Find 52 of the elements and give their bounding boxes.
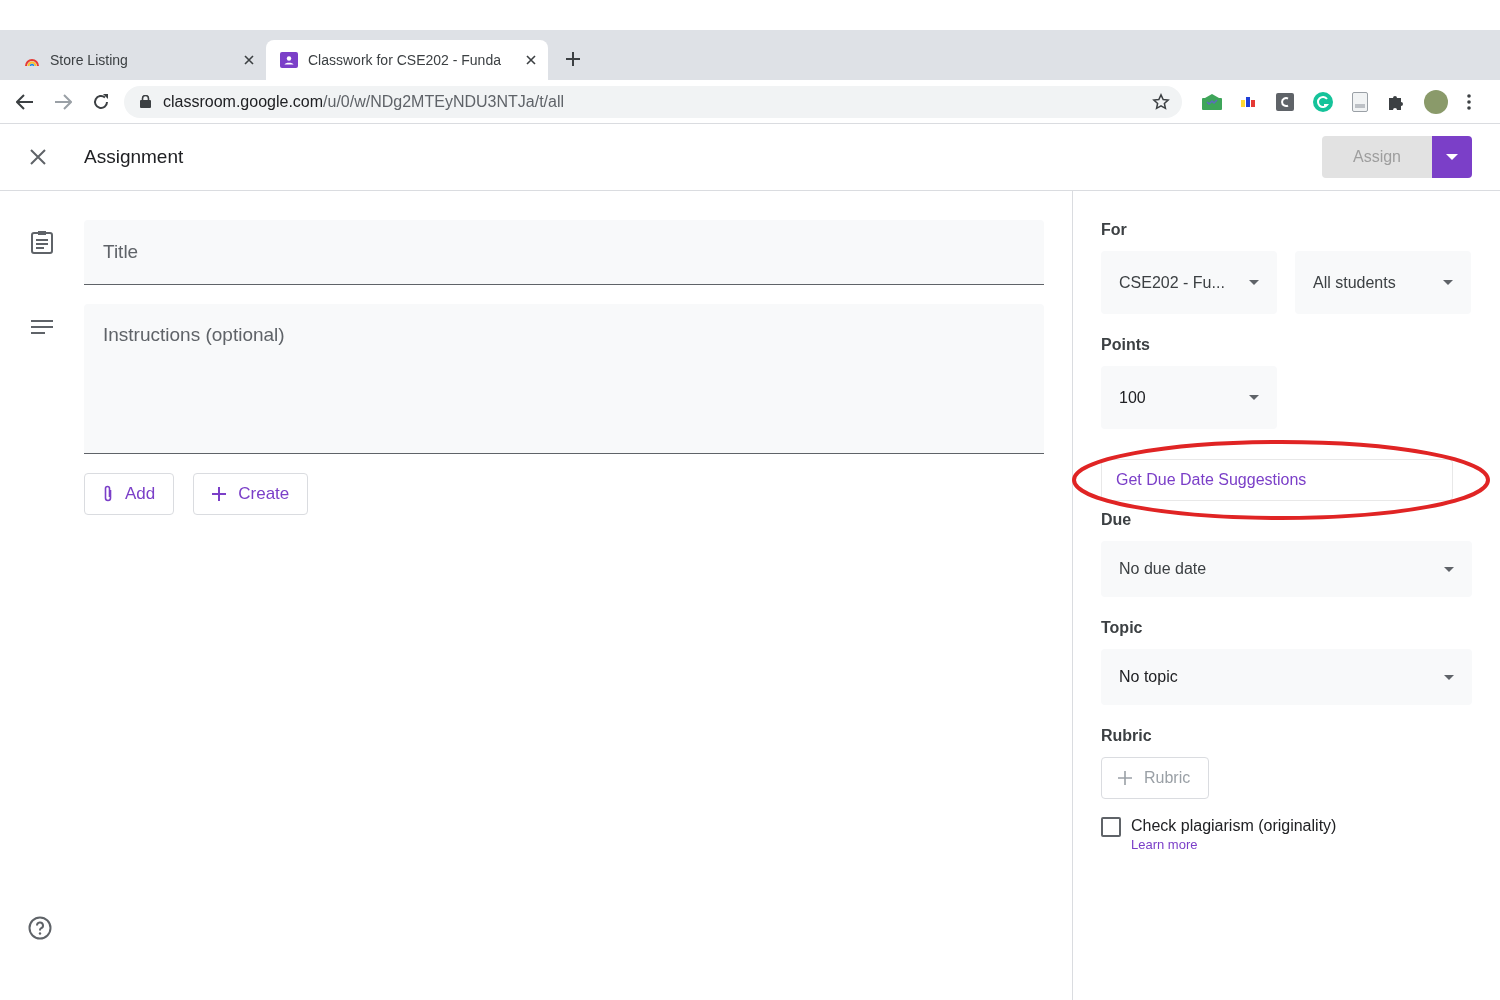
- address-bar[interactable]: classroom.google.com/u/0/w/NDg2MTEyNDU3NTJa/t/all: [124, 85, 1182, 118]
- paperclip-icon: [103, 485, 113, 503]
- reload-icon[interactable]: [92, 92, 110, 111]
- due-label: Due: [1101, 511, 1132, 529]
- due-date-suggestions-button[interactable]: Get Due Date Suggestions: [1101, 459, 1453, 501]
- close-icon[interactable]: [30, 149, 46, 165]
- caret-down-icon: [1443, 280, 1453, 285]
- checkbox[interactable]: [1101, 817, 1121, 837]
- points-label: Points: [1101, 336, 1150, 354]
- title-field[interactable]: Title: [84, 220, 1044, 285]
- clipboard-icon: [31, 230, 53, 254]
- caret-down-icon: [1249, 280, 1259, 285]
- plagiarism-label: Check plagiarism (originality): [1131, 817, 1337, 835]
- more-vertical-icon[interactable]: [1467, 93, 1471, 110]
- assign-dropdown-button[interactable]: [1432, 136, 1472, 178]
- learn-more-link[interactable]: Learn more: [1131, 837, 1198, 852]
- color-bars-icon[interactable]: [1241, 95, 1257, 108]
- caret-down-icon: [1446, 154, 1458, 160]
- help-icon[interactable]: [28, 916, 52, 940]
- caret-down-icon: [1444, 674, 1454, 680]
- letter-c-icon[interactable]: [1276, 92, 1294, 111]
- topic-label: Topic: [1101, 619, 1143, 637]
- lock-icon: [140, 95, 151, 108]
- caret-down-icon: [1249, 395, 1259, 400]
- caret-down-icon: [1444, 566, 1454, 572]
- avatar[interactable]: [1424, 89, 1448, 114]
- for-label: For: [1101, 221, 1127, 239]
- rubric-label: Rubric: [1101, 727, 1152, 745]
- points-dropdown[interactable]: 100: [1101, 366, 1277, 429]
- instructions-field[interactable]: Instructions (optional): [84, 304, 1044, 454]
- class-dropdown[interactable]: CSE202 - Fu...: [1101, 251, 1277, 314]
- browser-tab[interactable]: Store Listing: [10, 40, 266, 80]
- text-lines-icon: [31, 319, 53, 335]
- close-icon[interactable]: [244, 55, 254, 65]
- attach-button[interactable]: Create: [193, 473, 309, 515]
- assignment-title: Assignment: [84, 146, 185, 168]
- attach-button[interactable]: Add: [84, 473, 175, 515]
- new-tab-icon[interactable]: [566, 52, 580, 66]
- plus-icon: [1118, 771, 1132, 785]
- due-dropdown[interactable]: No due date: [1101, 541, 1472, 597]
- close-icon[interactable]: [526, 55, 536, 65]
- classroom-icon: [280, 52, 298, 68]
- document-icon[interactable]: [1352, 91, 1368, 112]
- star-icon[interactable]: [1152, 92, 1170, 111]
- forward-arrow-icon[interactable]: [54, 93, 72, 110]
- browser-tab[interactable]: Classwork for CSE202 - Funda: [266, 40, 548, 80]
- envelope-icon[interactable]: [1202, 93, 1222, 110]
- plus-icon: [212, 487, 227, 501]
- back-arrow-icon[interactable]: [16, 93, 34, 110]
- students-dropdown[interactable]: All students: [1295, 251, 1471, 314]
- topic-dropdown[interactable]: No topic: [1101, 649, 1472, 705]
- url-text: classroom.google.com/u/0/w/NDg2MTEyNDU3NTJa/t/all: [163, 92, 566, 111]
